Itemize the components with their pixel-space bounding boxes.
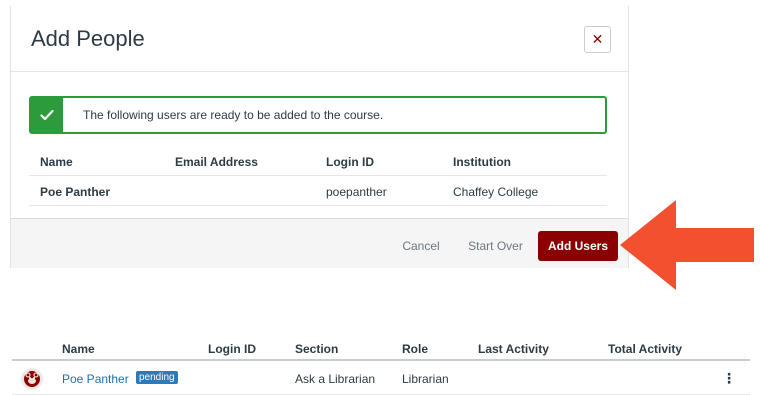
close-button[interactable]: ✕ (584, 26, 611, 53)
users-ready-table: Name Email Address Login ID Institution … (29, 146, 607, 206)
header-name: Name (40, 155, 73, 169)
table-row: Poe Panther pending Ask a Librarian Libr… (12, 361, 750, 395)
user-institution: Chaffey College (453, 185, 539, 199)
start-over-button[interactable]: Start Over (457, 231, 534, 261)
modal-footer: Cancel Start Over Add Users (11, 218, 628, 268)
people-table: Name Login ID Section Role Last Activity… (12, 336, 750, 395)
people-header-row: Name Login ID Section Role Last Activity… (12, 336, 750, 361)
avatar[interactable] (21, 368, 43, 390)
user-login-id: poepanther (326, 185, 387, 199)
pending-badge: pending (136, 371, 178, 384)
person-name-link[interactable]: Poe Panther (62, 372, 129, 386)
add-people-modal: Add People ✕ The following users are rea… (10, 6, 629, 268)
table-row: Poe Panther poepanther Chaffey College (29, 176, 607, 206)
cancel-button[interactable]: Cancel (395, 231, 447, 261)
close-icon: ✕ (591, 31, 604, 47)
arrow-annotation-icon (620, 200, 754, 290)
success-alert: The following users are ready to be adde… (29, 96, 607, 134)
header-institution: Institution (453, 155, 511, 169)
people-header-total-activity: Total Activity (608, 342, 683, 356)
people-header-login-id: Login ID (208, 342, 256, 356)
people-header-section: Section (295, 342, 339, 356)
more-options-icon[interactable]: ⋮ (722, 369, 736, 387)
modal-header: Add People ✕ (11, 6, 628, 72)
alert-message: The following users are ready to be adde… (83, 108, 384, 122)
table-header-row: Name Email Address Login ID Institution (29, 146, 607, 176)
panther-avatar-icon (24, 371, 40, 387)
checkmark-icon (31, 98, 63, 132)
header-email: Email Address (175, 155, 258, 169)
person-section: Ask a Librarian (295, 372, 376, 386)
modal-title: Add People (31, 26, 145, 51)
people-header-role: Role (402, 342, 429, 356)
person-role: Librarian (402, 372, 449, 386)
user-name: Poe Panther (40, 185, 111, 199)
people-header-name: Name (62, 342, 95, 356)
header-login-id: Login ID (326, 155, 374, 169)
people-header-last-activity: Last Activity (478, 342, 549, 356)
add-users-button[interactable]: Add Users (538, 231, 618, 261)
